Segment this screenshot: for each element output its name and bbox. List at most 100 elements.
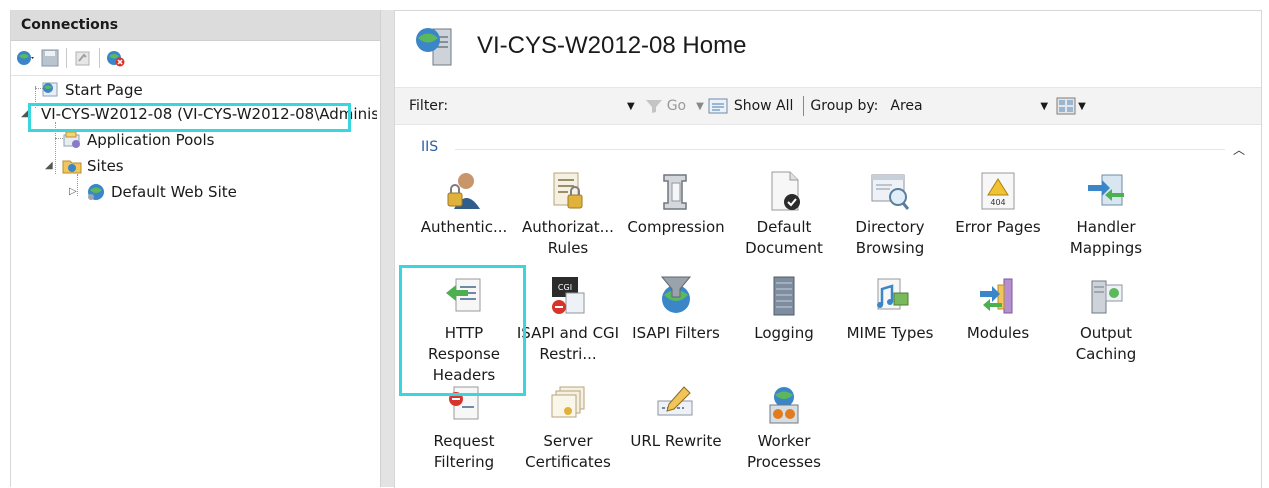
group-by-dropdown-icon[interactable]: ▼ (1040, 101, 1048, 112)
group-by-select[interactable]: Area (890, 98, 1040, 114)
tree-expand-icon[interactable]: ◢ (45, 160, 53, 171)
go-label: Go (666, 98, 687, 114)
error-pages-icon: 404 (981, 172, 1015, 210)
feature-isapi-filters[interactable]: ISAPI Filters (623, 275, 729, 344)
highlight-server-node (28, 103, 351, 132)
page-title-bar: VI-CYS-W2012-08 Home (413, 23, 746, 69)
go-dropdown-icon[interactable]: ▼ (696, 101, 704, 112)
feature-authorization-rules[interactable]: Authorizat... Rules (515, 169, 621, 259)
show-all-button[interactable]: Show All (708, 97, 794, 115)
feature-logging[interactable]: Logging (731, 275, 837, 344)
toolbar-separator (66, 48, 67, 68)
feature-server-certificates[interactable]: Server Certificates (515, 383, 621, 473)
feature-isapi-cgi-restrictions[interactable]: CGI ISAPI and CGI Restri... (515, 275, 621, 365)
authentication-icon (447, 173, 480, 209)
mime-types-icon (877, 278, 909, 310)
show-all-label: Show All (733, 98, 794, 114)
sites-folder-icon (62, 160, 82, 174)
tree-item-start-page[interactable]: Start Page (39, 78, 143, 102)
website-globe-icon (88, 184, 104, 200)
connections-pane: Connections Start Page ◢ VI-CYS-W2012-08… (10, 10, 381, 487)
feature-label: Handler Mappings (1069, 218, 1143, 257)
filter-label: Filter: (409, 98, 449, 114)
isapi-badge: CGI (558, 283, 572, 292)
filter-separator (803, 96, 805, 116)
view-dropdown-icon[interactable]: ▼ (1078, 101, 1086, 112)
feature-label: Compression (627, 218, 725, 236)
modules-icon (980, 278, 1013, 314)
feature-compression[interactable]: Compression (623, 169, 729, 238)
start-page-icon (42, 82, 58, 97)
authorization-rules-icon (553, 172, 583, 209)
go-button[interactable]: Go (645, 98, 686, 114)
feature-default-document[interactable]: Default Document (731, 169, 837, 259)
server-home-icon (416, 28, 452, 66)
feature-output-caching[interactable]: Output Caching (1053, 275, 1159, 365)
collapse-section-icon[interactable]: ︿ (1233, 141, 1245, 158)
feature-error-pages[interactable]: 404 Error Pages (945, 169, 1051, 238)
feature-label: URL Rewrite (630, 432, 722, 450)
feature-label: Output Caching (1075, 324, 1137, 363)
view-button[interactable] (1056, 97, 1076, 115)
filter-bar: Filter: ▼ Go ▼ Show All Group by: Area ▼… (395, 87, 1261, 125)
filter-input[interactable] (465, 95, 625, 117)
section-header-iis: IIS (421, 139, 439, 155)
features-pane: VI-CYS-W2012-08 Home Filter: ▼ Go ▼ Show… (394, 10, 1262, 488)
worker-processes-icon (769, 387, 799, 424)
default-document-icon (771, 171, 800, 211)
feature-worker-processes[interactable]: Worker Processes (731, 383, 837, 473)
feature-label: Request Filtering (433, 432, 495, 471)
application-pools-icon (63, 131, 80, 148)
server-certificates-icon (551, 386, 585, 418)
logging-icon (773, 276, 795, 316)
page-title: VI-CYS-W2012-08 Home (477, 32, 747, 59)
section-divider (455, 149, 1225, 150)
show-all-icon (708, 98, 728, 114)
toolbar-separator (99, 48, 100, 68)
feature-directory-browsing[interactable]: Directory Browsing (837, 169, 943, 259)
tree-item-label: Default Web Site (111, 183, 237, 201)
compression-icon (663, 174, 687, 210)
connections-header: Connections (11, 10, 381, 41)
directory-browsing-icon (871, 174, 910, 210)
tree-item-sites[interactable]: Sites (61, 154, 124, 178)
connect-globe-icon[interactable] (15, 47, 37, 69)
output-caching-icon (1091, 280, 1123, 314)
highlight-http-response-headers (399, 265, 526, 396)
up-icon[interactable] (72, 47, 94, 69)
feature-mime-types[interactable]: MIME Types (837, 275, 943, 344)
feature-handler-mappings[interactable]: Handler Mappings (1053, 169, 1159, 259)
disconnect-icon[interactable] (105, 47, 127, 69)
feature-url-rewrite[interactable]: URL Rewrite (623, 383, 729, 452)
tree-item-default-web-site[interactable]: Default Web Site (85, 180, 237, 204)
feature-label: Modules (966, 324, 1030, 342)
error-pages-badge: 404 (990, 198, 1005, 207)
group-by-label: Group by: (810, 98, 879, 114)
url-rewrite-icon (657, 386, 693, 416)
feature-label: Logging (754, 324, 814, 342)
feature-label: Error Pages (955, 218, 1041, 236)
feature-label: Directory Browsing (855, 218, 925, 257)
feature-label: Authorizat... Rules (522, 218, 614, 257)
feature-label: Worker Processes (747, 432, 821, 471)
view-grid-icon (1056, 97, 1076, 115)
isapi-cgi-icon: CGI (552, 277, 585, 314)
feature-label: Default Document (745, 218, 823, 257)
connections-toolbar (11, 41, 381, 76)
feature-authentication[interactable]: Authentic... (411, 169, 517, 238)
feature-request-filtering[interactable]: Request Filtering (411, 383, 517, 473)
feature-label: ISAPI and CGI Restri... (516, 324, 620, 363)
filter-dropdown-icon[interactable]: ▼ (627, 101, 635, 112)
pane-splitter[interactable] (380, 10, 395, 487)
handler-mappings-icon (1088, 174, 1124, 206)
feature-label: Authentic... (420, 218, 508, 236)
funnel-icon (645, 100, 662, 113)
save-icon[interactable] (39, 47, 61, 69)
isapi-filters-icon (660, 276, 692, 313)
feature-label: Server Certificates (525, 432, 611, 471)
tree-item-label: Application Pools (87, 131, 215, 149)
feature-label: ISAPI Filters (632, 324, 720, 342)
feature-modules[interactable]: Modules (945, 275, 1051, 344)
tree-collapse-icon[interactable]: ▷ (69, 186, 77, 197)
feature-label: MIME Types (846, 324, 934, 342)
